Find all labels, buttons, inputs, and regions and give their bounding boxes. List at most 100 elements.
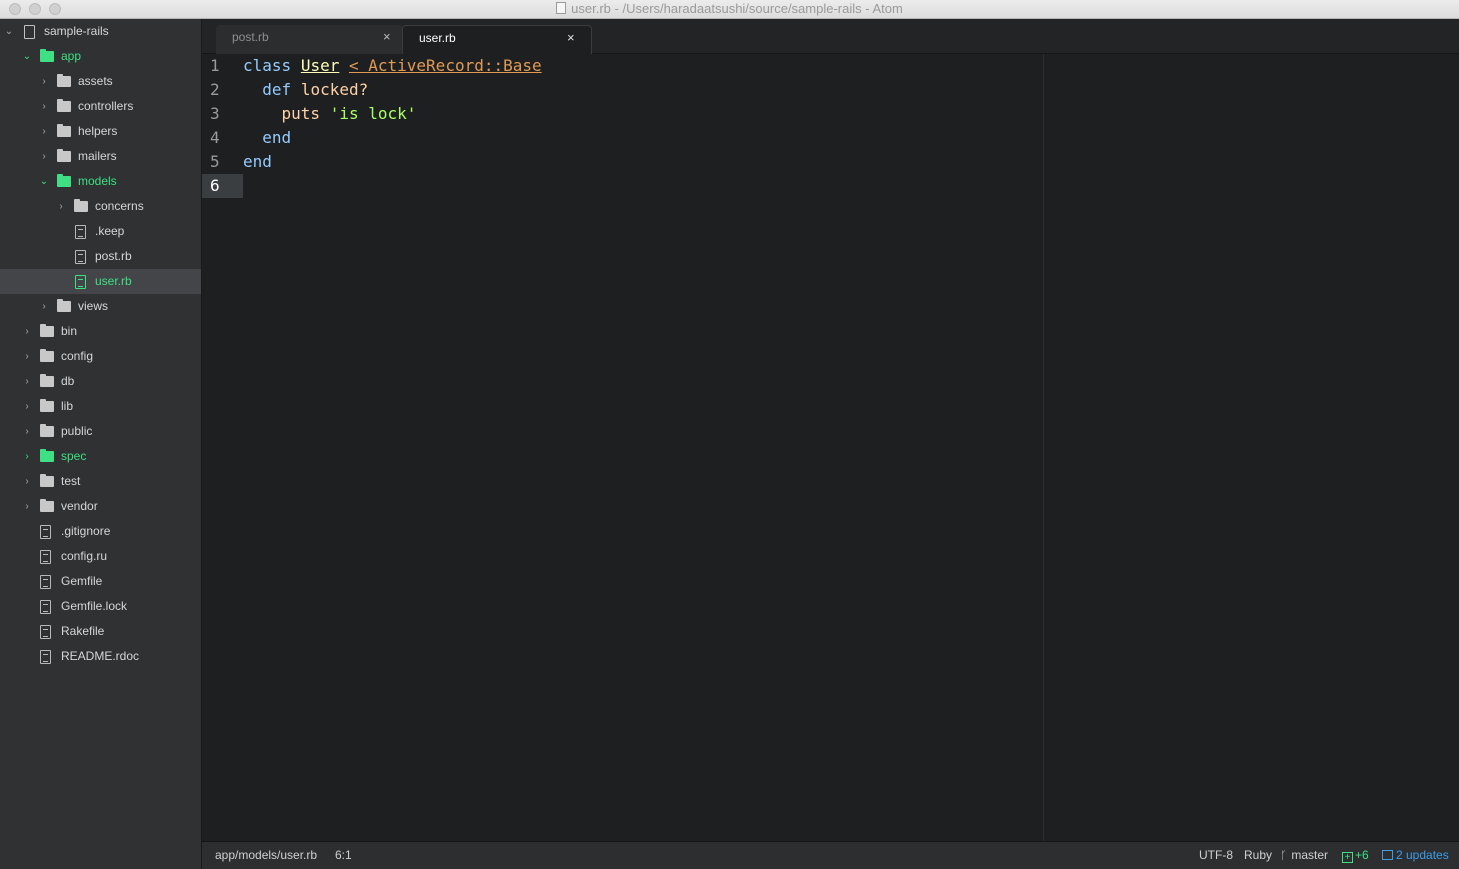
tree-item-label: views	[78, 299, 109, 313]
tree-item-label: models	[78, 174, 117, 188]
method-call-token: puts	[281, 104, 321, 123]
cursor-position[interactable]: 6:1	[335, 842, 352, 868]
tree-root[interactable]: ⌄ sample-rails	[0, 19, 201, 44]
tree-item-label: spec	[61, 449, 87, 463]
file-icon	[75, 250, 86, 264]
folder-icon	[57, 299, 71, 312]
chevron-right-icon: ›	[25, 401, 29, 412]
folder-icon	[40, 449, 54, 462]
tree-item-label: assets	[78, 74, 113, 88]
git-changes[interactable]: + +6	[1342, 842, 1369, 868]
grammar-selector[interactable]: Ruby	[1244, 842, 1272, 868]
tab-post-rb[interactable]: post.rb ×	[216, 25, 403, 54]
folder-icon	[40, 349, 54, 362]
file-icon	[40, 575, 51, 589]
tree-file-readme[interactable]: README.rdoc	[0, 644, 201, 669]
git-added-icon: +	[1342, 852, 1353, 863]
status-bar: app/models/user.rb 6:1 UTF-8 Ruby ᚴ mast…	[202, 841, 1459, 869]
folder-icon	[74, 199, 88, 212]
tree-folder-db[interactable]: › db	[0, 369, 201, 394]
text-editor[interactable]: 1 2 3 4 5 6 class User < ActiveRecord::B…	[202, 54, 1459, 841]
tab-label: user.rb	[419, 31, 456, 45]
tab-user-rb[interactable]: user.rb ×	[402, 25, 592, 54]
tree-folder-vendor[interactable]: › vendor	[0, 494, 201, 519]
chevron-right-icon: ›	[42, 76, 46, 87]
window-title-wrap: user.rb - /Users/haradaatsushi/source/sa…	[0, 1, 1459, 17]
line-number-gutter: 1 2 3 4 5 6	[202, 54, 243, 841]
close-icon[interactable]: ×	[567, 26, 575, 50]
tree-folder-assets[interactable]: › assets	[0, 69, 201, 94]
package-icon	[1382, 850, 1393, 860]
file-icon	[40, 625, 51, 639]
chevron-right-icon: ›	[25, 326, 29, 337]
tree-folder-bin[interactable]: › bin	[0, 319, 201, 344]
tree-file-user-rb[interactable]: user.rb	[0, 269, 201, 294]
folder-icon	[40, 49, 54, 62]
git-branch[interactable]: ᚴ master	[1280, 842, 1328, 869]
tree-item-label: .gitignore	[61, 524, 111, 538]
file-icon	[40, 600, 51, 614]
tree-folder-spec[interactable]: › spec	[0, 444, 201, 469]
tree-item-label: app	[61, 49, 82, 63]
chevron-down-icon: ⌄	[22, 51, 32, 62]
code-line-4: end	[243, 126, 291, 150]
tree-view: ⌄ sample-rails ⌄ app › assets › controll…	[0, 19, 202, 869]
code-line-1: class User < ActiveRecord::Base	[243, 54, 542, 78]
line-number: 5	[210, 152, 220, 171]
file-path[interactable]: app/models/user.rb	[215, 842, 317, 868]
chevron-down-icon: ⌄	[39, 176, 49, 187]
tree-file-rakefile[interactable]: Rakefile	[0, 619, 201, 644]
line-number-current: 6	[202, 174, 243, 198]
folder-icon	[57, 74, 71, 87]
tree-item-label: helpers	[78, 124, 118, 138]
folder-icon	[40, 324, 54, 337]
package-updates[interactable]: 2 updates	[1382, 842, 1449, 868]
tree-folder-models[interactable]: ⌄ models	[0, 169, 201, 194]
chevron-right-icon: ›	[25, 476, 29, 487]
tree-item-label: config	[61, 349, 94, 363]
chevron-right-icon: ›	[59, 201, 63, 212]
tree-folder-app[interactable]: ⌄ app	[0, 44, 201, 69]
tree-folder-test[interactable]: › test	[0, 469, 201, 494]
tree-item-label: concerns	[95, 199, 144, 213]
code-line-5: end	[243, 150, 272, 174]
git-added-count: +6	[1355, 848, 1369, 862]
tree-folder-config[interactable]: › config	[0, 344, 201, 369]
tree-item-label: Rakefile	[61, 624, 105, 638]
tree-folder-lib[interactable]: › lib	[0, 394, 201, 419]
tree-item-label: config.ru	[61, 549, 108, 563]
chevron-right-icon: ›	[25, 376, 29, 387]
tree-folder-mailers[interactable]: › mailers	[0, 144, 201, 169]
tree-folder-helpers[interactable]: › helpers	[0, 119, 201, 144]
package-updates-label: 2 updates	[1396, 848, 1449, 862]
tree-item-label: lib	[61, 399, 74, 413]
tab-bar: post.rb × user.rb ×	[202, 19, 1459, 54]
folder-icon	[40, 499, 54, 512]
window-title: user.rb - /Users/haradaatsushi/source/sa…	[571, 1, 903, 16]
code-line-2: def locked?	[243, 78, 368, 102]
tree-folder-views[interactable]: › views	[0, 294, 201, 319]
tree-file-post-rb[interactable]: post.rb	[0, 244, 201, 269]
file-icon	[75, 225, 86, 239]
class-name-token: User	[300, 56, 340, 75]
code-line-3: puts 'is lock'	[243, 102, 417, 126]
tree-item-label: public	[61, 424, 93, 438]
tree-file-keep[interactable]: .keep	[0, 219, 201, 244]
line-number: 4	[210, 128, 220, 147]
git-branch-label: master	[1291, 848, 1329, 862]
folder-icon	[40, 474, 54, 487]
file-icon	[40, 525, 51, 539]
string-token: 'is lock'	[329, 104, 417, 123]
tree-file-config-ru[interactable]: config.ru	[0, 544, 201, 569]
tree-file-gemfile[interactable]: Gemfile	[0, 569, 201, 594]
tree-file-gitignore[interactable]: .gitignore	[0, 519, 201, 544]
tree-file-gemfile-lock[interactable]: Gemfile.lock	[0, 594, 201, 619]
chevron-right-icon: ›	[42, 301, 46, 312]
chevron-right-icon: ›	[25, 451, 29, 462]
encoding-selector[interactable]: UTF-8	[1199, 842, 1233, 868]
tree-folder-concerns[interactable]: › concerns	[0, 194, 201, 219]
close-icon[interactable]: ×	[383, 25, 391, 49]
chevron-right-icon: ›	[42, 126, 46, 137]
tree-folder-controllers[interactable]: › controllers	[0, 94, 201, 119]
tree-folder-public[interactable]: › public	[0, 419, 201, 444]
